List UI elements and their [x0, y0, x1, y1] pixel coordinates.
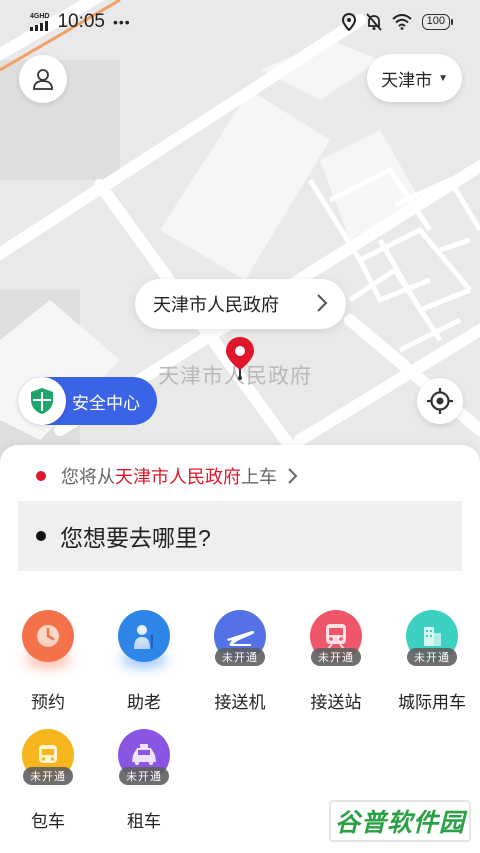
pickup-place: 天津市人民政府: [115, 467, 241, 487]
wifi-icon: [391, 14, 412, 30]
booking-panel: 您将从 天津市人民政府 上车 您想要去哪里? 预约 助老 未开通 接送机 未开通: [0, 445, 480, 853]
mute-icon: [365, 13, 382, 31]
user-icon: [33, 69, 53, 90]
caret-down-icon: ▼: [438, 72, 448, 84]
chevron-right-icon: [288, 468, 298, 484]
pickup-suffix: 上车: [241, 467, 277, 487]
city-selector[interactable]: 天津市 ▼: [367, 54, 462, 102]
pickup-dot: [36, 471, 46, 481]
service-label: 包车: [31, 812, 65, 831]
locate-me-button[interactable]: [417, 378, 463, 424]
service-label: 接送站: [310, 693, 362, 712]
pickup-prefix: 您将从: [61, 467, 115, 487]
train-icon: 未开通: [310, 610, 362, 666]
not-available-badge: 未开通: [215, 648, 265, 666]
map-pin-icon: [226, 337, 254, 380]
service-label: 预约: [31, 693, 65, 712]
more-notifications: •••: [113, 14, 131, 30]
elder-icon: [118, 610, 170, 668]
pickup-location-text: 天津市人民政府: [153, 295, 279, 315]
crosshair-icon: [427, 388, 453, 414]
service-elderly[interactable]: 助老: [99, 610, 189, 713]
watermark-logo: 谷普软件园: [329, 800, 471, 842]
destination-dot: [36, 531, 46, 541]
pickup-location-bubble[interactable]: 天津市人民政府: [135, 279, 346, 329]
status-bar: 4GHD 10:05 ••• 100: [0, 0, 480, 44]
not-available-badge: 未开通: [311, 648, 361, 666]
user-profile-button[interactable]: [19, 55, 67, 103]
city-name: 天津市: [381, 70, 433, 90]
airplane-icon: 未开通: [214, 610, 266, 666]
service-reservation[interactable]: 预约: [3, 610, 93, 713]
battery-icon: 100: [421, 14, 454, 30]
destination-input[interactable]: 您想要去哪里?: [18, 501, 462, 571]
service-label: 租车: [127, 812, 161, 831]
building-icon: 未开通: [406, 610, 458, 666]
signal-icon: 4GHD: [30, 13, 49, 31]
clock: 10:05: [57, 11, 105, 32]
service-rental[interactable]: 未开通 租车: [99, 729, 189, 832]
pickup-row[interactable]: 您将从 天津市人民政府 上车: [36, 463, 298, 489]
clock-icon: [22, 610, 74, 668]
safety-center-label: 安全中心: [72, 393, 140, 413]
taxi-icon: 未开通: [118, 729, 170, 785]
bus-icon: 未开通: [22, 729, 74, 785]
not-available-badge: 未开通: [407, 648, 457, 666]
service-label: 接送机: [214, 693, 266, 712]
shield-icon: [18, 377, 66, 425]
service-station[interactable]: 未开通 接送站: [291, 610, 381, 713]
not-available-badge: 未开通: [23, 767, 73, 785]
service-label: 城际用车: [398, 693, 466, 712]
service-airport[interactable]: 未开通 接送机: [195, 610, 285, 713]
chevron-right-icon: [317, 294, 328, 312]
not-available-badge: 未开通: [119, 767, 169, 785]
destination-placeholder: 您想要去哪里?: [60, 525, 211, 551]
network-type: 4GHD: [30, 13, 50, 20]
service-charter[interactable]: 未开通 包车: [3, 729, 93, 832]
safety-center-button[interactable]: 安全中心: [18, 377, 157, 425]
service-label: 助老: [127, 693, 161, 712]
location-status-icon: [341, 13, 356, 31]
service-intercity[interactable]: 未开通 城际用车: [387, 610, 477, 713]
